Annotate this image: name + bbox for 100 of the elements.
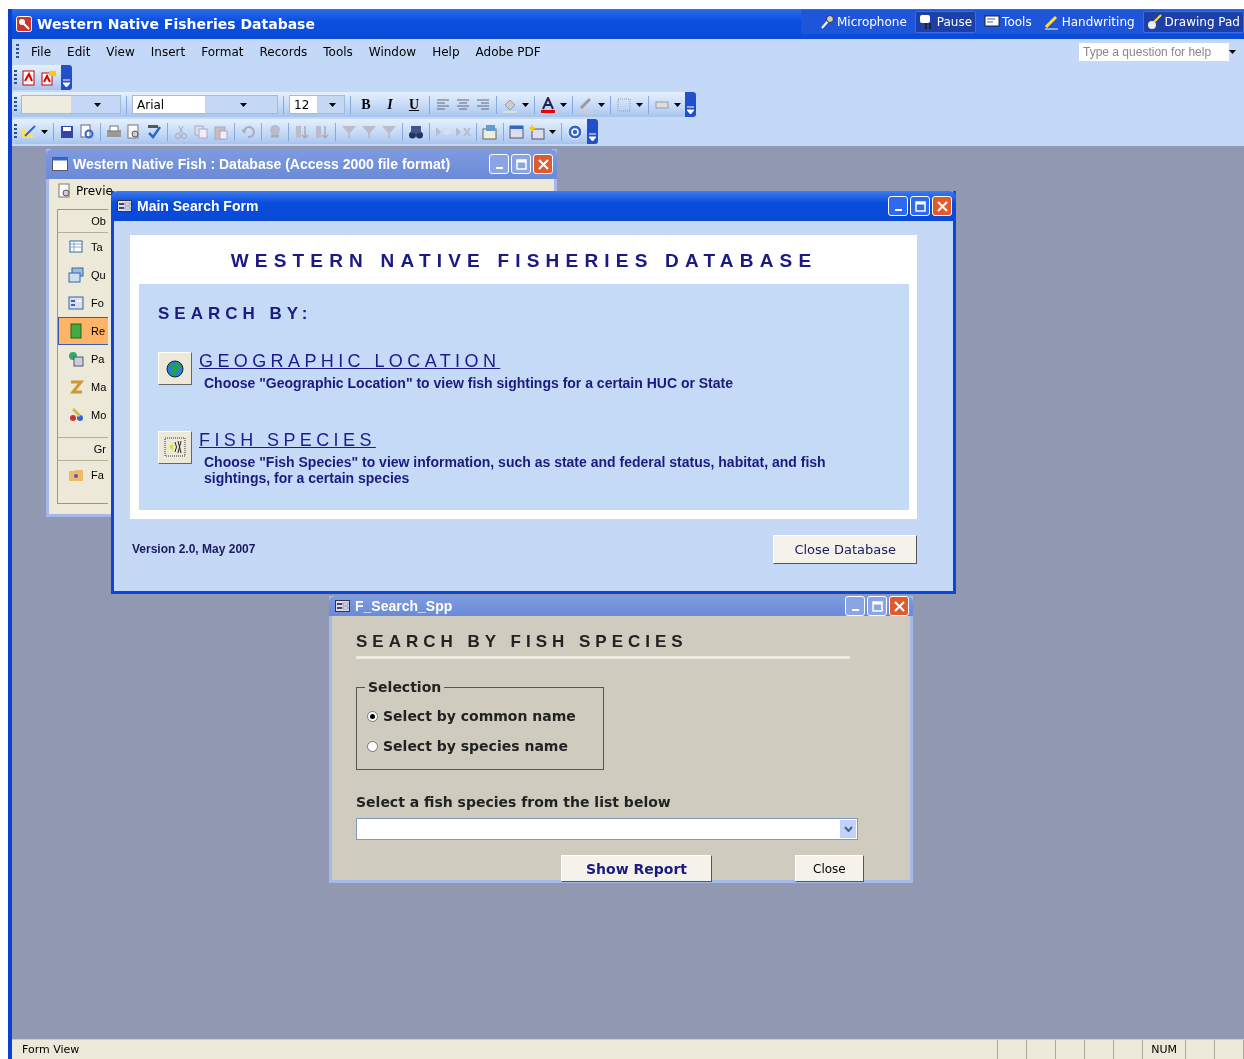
caret-icon[interactable] <box>239 102 247 107</box>
caret-icon[interactable] <box>94 102 101 107</box>
toolbar-options-button[interactable] <box>685 92 696 117</box>
caret-icon[interactable] <box>598 102 605 107</box>
spelling-icon[interactable] <box>146 123 162 140</box>
format-button[interactable]: U <box>404 96 424 113</box>
caret-icon[interactable] <box>522 102 529 107</box>
properties-icon[interactable] <box>482 123 498 140</box>
save-icon[interactable] <box>59 123 75 140</box>
maximize-icon <box>871 600 883 612</box>
close-icon <box>936 200 948 212</box>
maximize-icon <box>914 200 926 212</box>
toolbar-options-button[interactable] <box>587 119 598 144</box>
paintbrush-icon <box>1146 14 1163 30</box>
app-key-icon <box>16 16 32 32</box>
radio-button[interactable] <box>367 710 378 722</box>
page-icon <box>68 351 84 367</box>
database-window-icon[interactable] <box>509 123 525 140</box>
menu-item[interactable]: View <box>98 44 143 59</box>
search-option-description: Choose "Geographic Location" to view fish sightings for a certain HUC or State <box>203 374 734 391</box>
menu-item[interactable]: Format <box>193 44 252 59</box>
maximize-icon <box>515 158 527 170</box>
folder-icon <box>68 467 84 483</box>
radio-button[interactable] <box>367 740 378 752</box>
menu-item[interactable]: Tools <box>315 44 361 59</box>
close-button[interactable] <box>932 196 952 216</box>
query-icon <box>68 267 84 283</box>
caret-icon[interactable] <box>674 102 681 107</box>
language-bar-button[interactable]: Tools <box>980 11 1036 33</box>
design-view-icon[interactable] <box>21 123 37 140</box>
pdf-icon[interactable] <box>21 69 37 86</box>
language-bar-button[interactable]: Microphone <box>814 11 911 33</box>
pdf-comment-icon[interactable] <box>41 69 57 86</box>
binoculars-icon[interactable] <box>408 123 424 140</box>
section-label: SEARCH BY: <box>158 304 314 324</box>
font-color-icon[interactable] <box>540 96 556 113</box>
status-indicator: NUM <box>1143 1040 1186 1059</box>
menu-item[interactable]: Records <box>251 44 316 59</box>
menu-item[interactable]: Help <box>424 44 468 59</box>
toolbar-options-icon <box>687 106 694 114</box>
toolbar-options-button[interactable] <box>61 65 72 90</box>
report-icon <box>68 323 84 339</box>
search-option-button[interactable] <box>158 352 192 385</box>
help-search-field[interactable]: Type a question for help <box>1079 42 1229 61</box>
screen-icon <box>984 14 1001 30</box>
microphone-icon <box>818 14 835 30</box>
caret-icon[interactable] <box>560 102 567 107</box>
minimize-icon <box>894 208 902 211</box>
menu-item[interactable]: Edit <box>59 44 99 59</box>
close-database-button[interactable]: Close Database <box>773 534 917 564</box>
format-button[interactable]: B <box>356 96 376 113</box>
minimize-icon <box>495 166 503 169</box>
search-option-description: Choose "Fish Species" to view information, such as state and federal status, habitat, and fish sightings, for a certain species <box>203 453 827 486</box>
chevron-down-icon <box>843 826 853 832</box>
field-label: Select a fish species from the list below <box>356 794 672 810</box>
search-option-button[interactable] <box>158 430 192 464</box>
status-text: Form View <box>12 1040 999 1059</box>
font-size-combo[interactable]: 12 <box>289 95 345 114</box>
language-bar-button[interactable]: Drawing Pad <box>1142 11 1244 33</box>
font-combo[interactable]: Arial <box>132 95 278 114</box>
menu-item[interactable]: Adobe PDF <box>467 44 549 59</box>
macro-icon <box>68 379 84 395</box>
minimize-icon <box>851 608 859 611</box>
form-icon <box>117 200 132 212</box>
caret-icon[interactable] <box>549 129 556 134</box>
form-heading: SEARCH BY FISH SPECIES <box>356 632 850 659</box>
toolbar-options-icon <box>63 79 70 87</box>
search-option-link[interactable]: FISH SPECIES <box>199 430 376 451</box>
caret-icon[interactable] <box>329 102 336 107</box>
print-preview-icon[interactable] <box>126 123 142 140</box>
document-magnifier-icon[interactable] <box>79 123 95 140</box>
fish-icon <box>164 437 186 458</box>
line-color-icon[interactable] <box>578 96 594 113</box>
form-heading: WESTERN NATIVE FISHERIES DATABASE <box>229 249 819 273</box>
caret-icon[interactable] <box>1229 49 1236 54</box>
maximize-button[interactable] <box>910 196 930 216</box>
version-text: Version 2.0, May 2007 <box>132 542 256 557</box>
caret-icon[interactable] <box>41 129 48 134</box>
align-right-icon[interactable] <box>475 96 491 113</box>
menu-item[interactable]: Window <box>360 44 425 59</box>
window-title: Main Search Form <box>137 198 260 214</box>
close-icon <box>537 158 549 170</box>
menu-item[interactable]: Insert <box>142 44 194 59</box>
align-center-icon[interactable] <box>455 96 471 113</box>
align-left-icon[interactable] <box>435 96 451 113</box>
module-icon <box>68 407 84 423</box>
help-icon[interactable] <box>567 123 583 140</box>
caret-icon[interactable] <box>636 102 643 107</box>
close-icon <box>893 600 905 612</box>
window-title: F_Search_Spp <box>355 598 454 614</box>
group-label: Selection <box>367 679 443 695</box>
globe-icon <box>166 359 184 378</box>
print-icon[interactable] <box>106 123 122 140</box>
language-bar-button[interactable]: Handwriting <box>1039 11 1139 33</box>
minimize-button[interactable] <box>888 196 908 216</box>
search-option-link[interactable]: GEOGRAPHIC LOCATION <box>199 352 501 372</box>
menu-item[interactable]: File <box>23 44 60 59</box>
database-icon <box>52 157 68 171</box>
format-button[interactable]: I <box>380 96 400 113</box>
language-bar-button[interactable]: Pause <box>914 11 977 33</box>
